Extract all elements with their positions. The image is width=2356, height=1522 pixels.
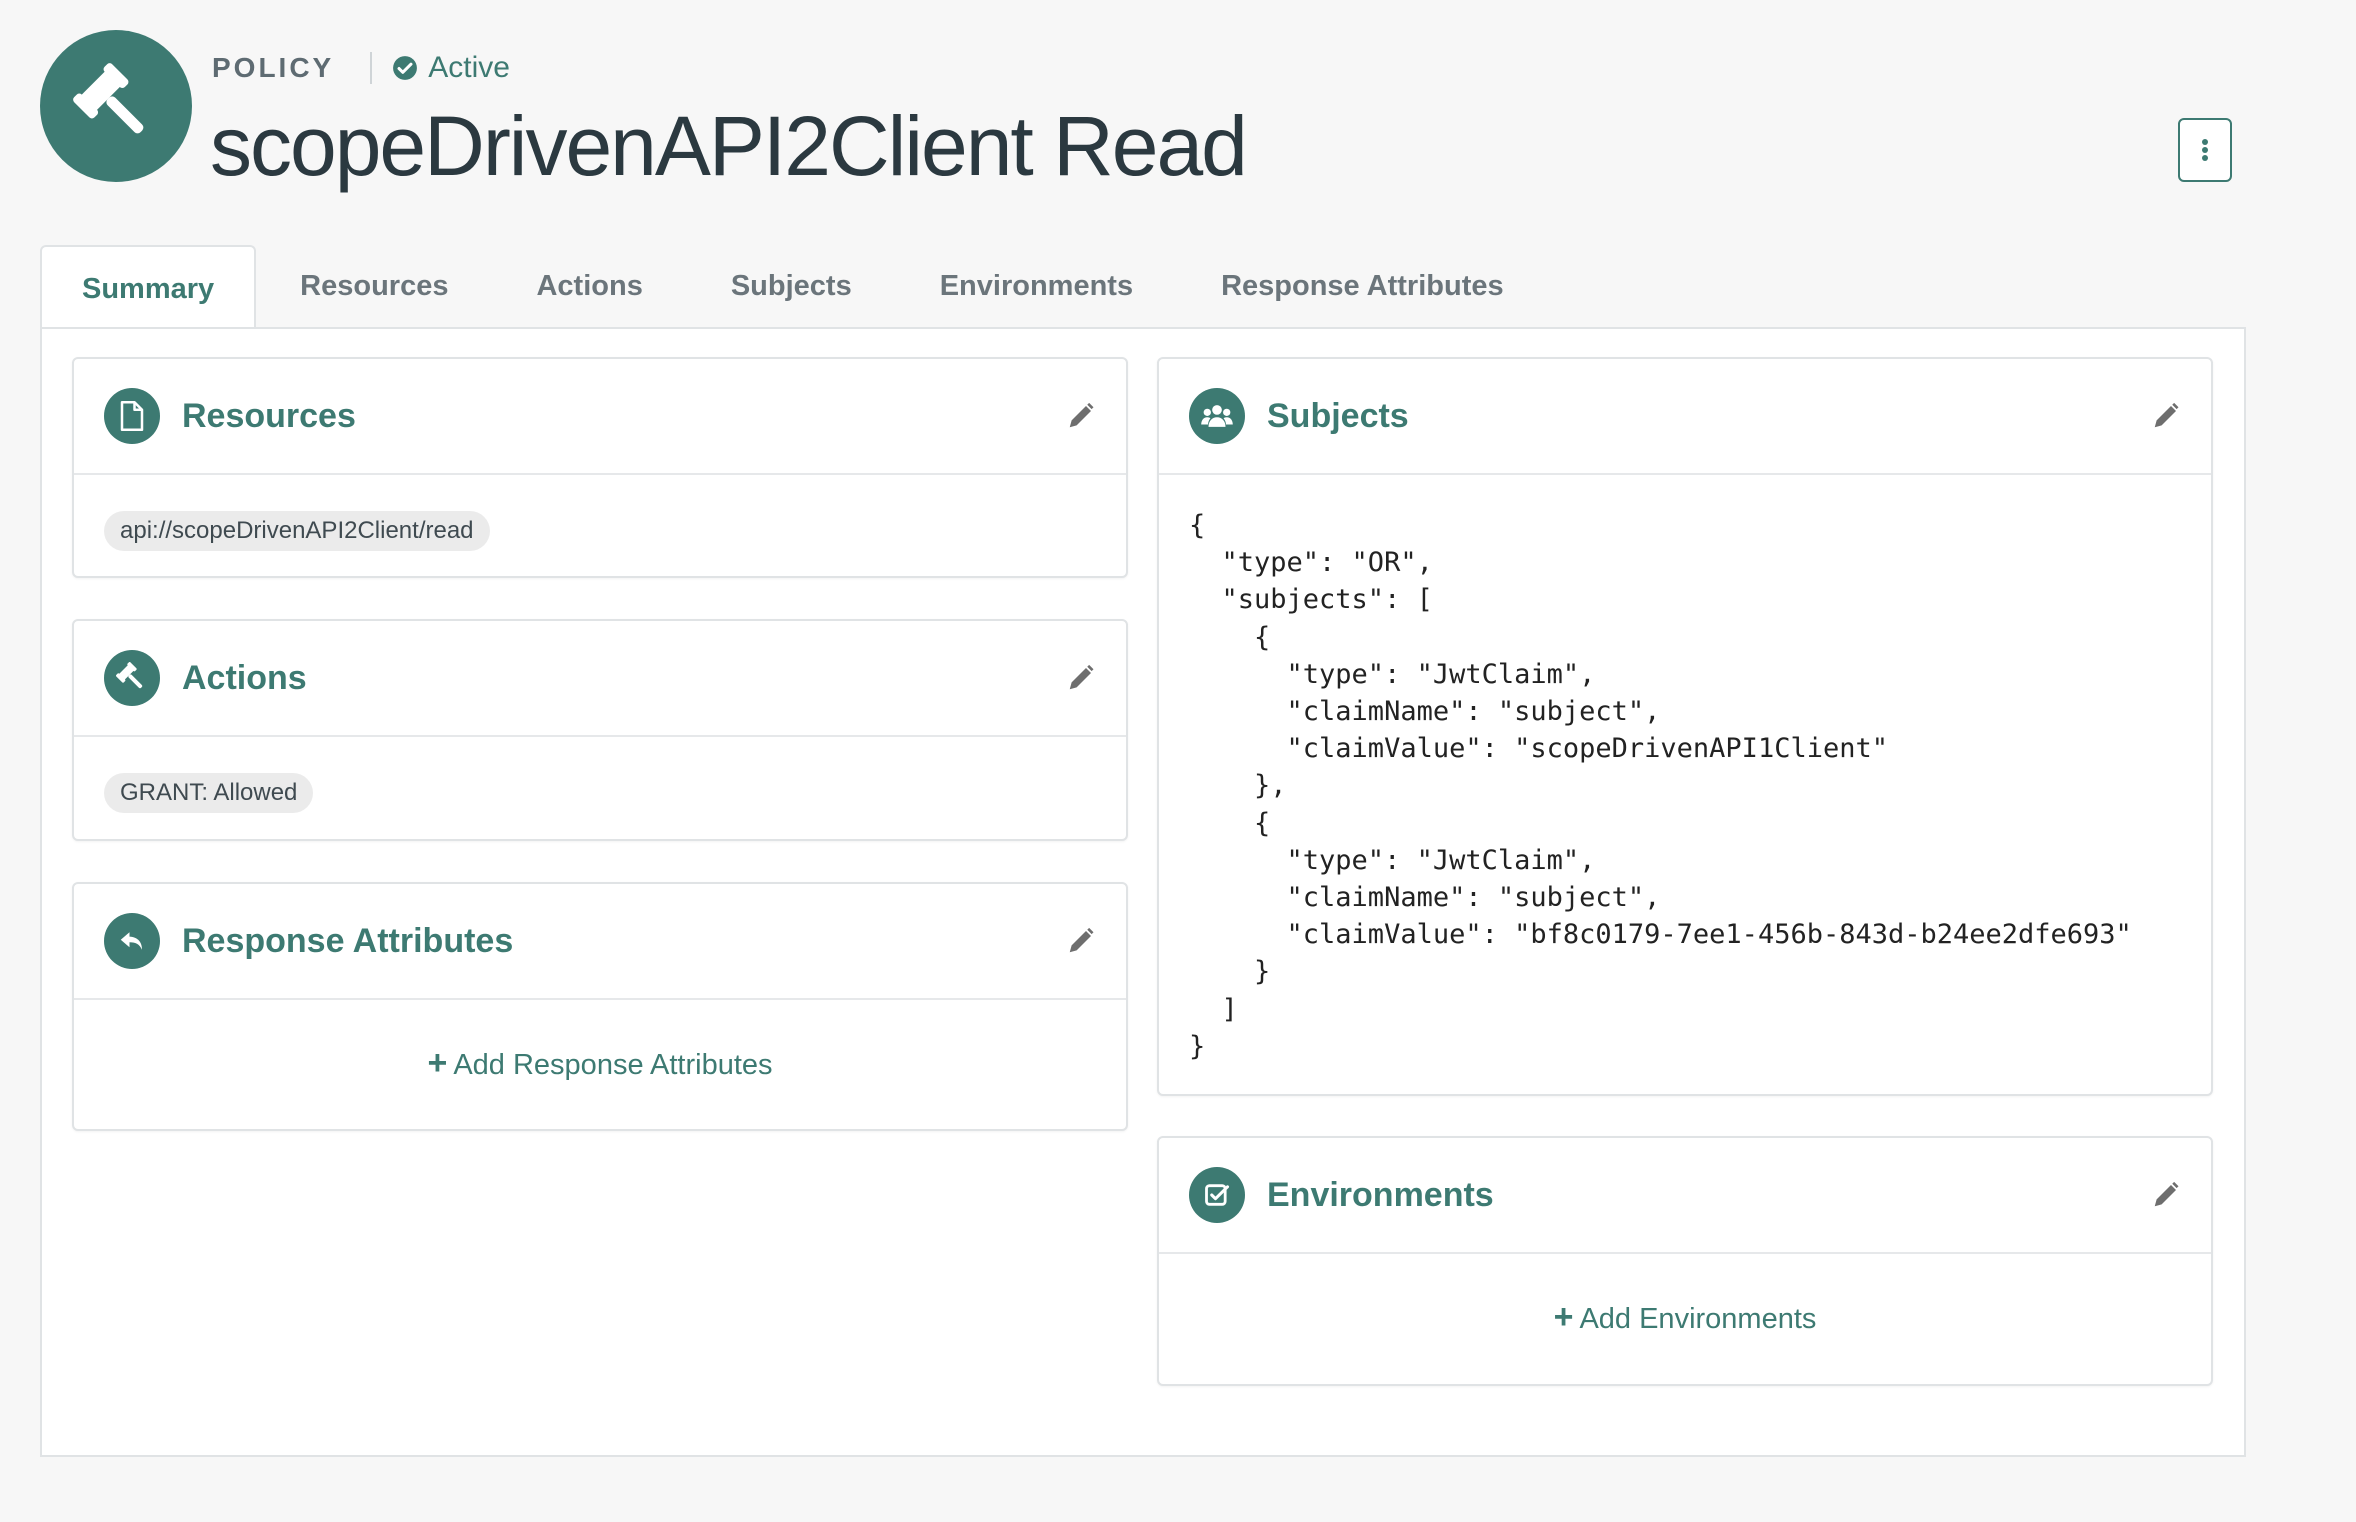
file-icon (104, 388, 160, 444)
pencil-icon[interactable] (2151, 1180, 2181, 1210)
check-circle-icon (393, 56, 418, 80)
pencil-icon[interactable] (1066, 663, 1096, 693)
resources-card: Resources api://scopeDrivenAPI2Client/re… (72, 357, 1128, 578)
policy-eyebrow: POLICY Active (212, 48, 510, 88)
tab-response-attributes[interactable]: Response Attributes (1177, 245, 1548, 327)
pencil-icon[interactable] (1066, 926, 1096, 956)
add-environments-label: Add Environments (1579, 1303, 1817, 1335)
kebab-vertical-icon (2202, 139, 2208, 161)
tab-resources[interactable]: Resources (256, 245, 492, 327)
more-actions-button[interactable] (2178, 118, 2232, 182)
card-title: Resources (182, 396, 356, 435)
tab-subjects[interactable]: Subjects (687, 245, 896, 327)
card-title: Subjects (1267, 396, 1409, 435)
card-header: Subjects (1159, 359, 2211, 475)
gavel-icon (40, 30, 192, 182)
tab-bar: Summary Resources Actions Subjects Envir… (40, 245, 1548, 331)
card-title: Response Attributes (182, 921, 514, 960)
response-attributes-card: Response Attributes + Add Response Attrib… (72, 882, 1128, 1131)
add-response-attributes-link[interactable]: + Add Response Attributes (74, 1044, 1126, 1083)
card-header: Actions (74, 621, 1126, 737)
plus-icon: + (427, 1044, 448, 1082)
subjects-card: Subjects { "type": "OR", "subjects": [ {… (1157, 357, 2213, 1096)
tab-summary[interactable]: Summary (40, 245, 257, 331)
pencil-icon[interactable] (2151, 401, 2181, 431)
check-square-icon (1189, 1167, 1245, 1223)
actions-card: Actions GRANT: Allowed (72, 619, 1128, 841)
policy-kind-label: POLICY (212, 52, 335, 83)
status-text: Active (428, 51, 510, 84)
eyebrow-divider (370, 52, 373, 84)
status-badge: Active (392, 51, 510, 85)
card-title: Environments (1267, 1175, 1494, 1214)
card-title: Actions (182, 658, 307, 697)
subjects-json: { "type": "OR", "subjects": [ { "type": … (1189, 510, 2132, 1062)
action-chip: GRANT: Allowed (104, 773, 314, 813)
environments-card: Environments + Add Environments (1157, 1136, 2213, 1386)
add-environments-link[interactable]: + Add Environments (1159, 1298, 2211, 1337)
policy-header: POLICY Active scopeDrivenAPI2Client Read (40, 30, 2240, 193)
users-icon (1189, 388, 1245, 444)
tab-environments[interactable]: Environments (896, 245, 1177, 327)
gavel-icon (104, 650, 160, 706)
page-title: scopeDrivenAPI2Client Read (210, 99, 1248, 193)
card-header: Environments (1159, 1138, 2211, 1254)
card-header: Response Attributes (74, 884, 1126, 1000)
tab-actions[interactable]: Actions (492, 245, 686, 327)
card-header: Resources (74, 359, 1126, 475)
resource-chip: api://scopeDrivenAPI2Client/read (104, 511, 490, 551)
pencil-icon[interactable] (1066, 401, 1096, 431)
plus-icon: + (1553, 1298, 1574, 1336)
reply-icon (104, 913, 160, 969)
add-response-attributes-label: Add Response Attributes (453, 1049, 773, 1081)
